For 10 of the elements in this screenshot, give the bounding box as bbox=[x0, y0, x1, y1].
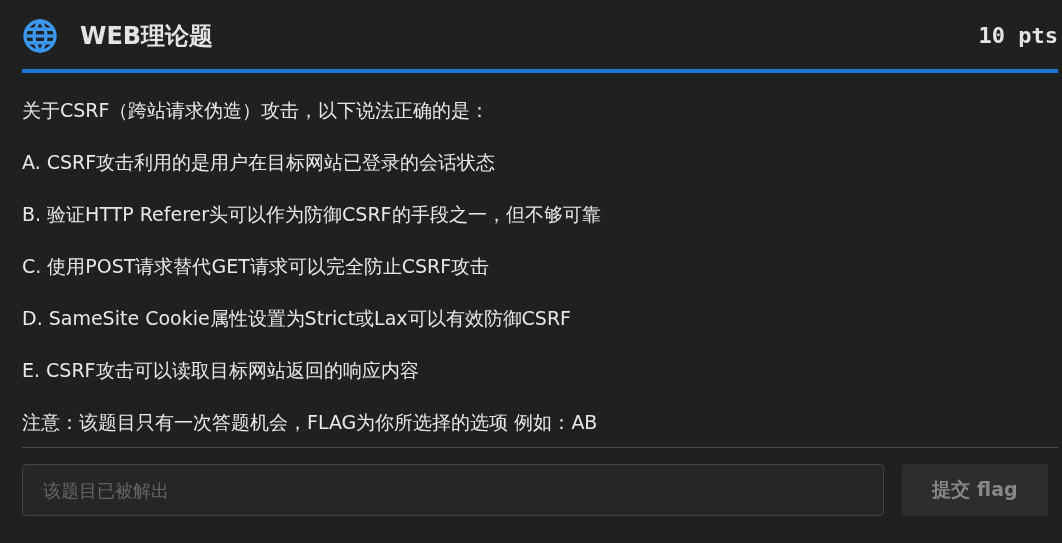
option-text: B. 验证HTTP Referer头可以作为防御CSRF的手段之一，但不够可靠 bbox=[22, 202, 602, 227]
option-text: C. 使用POST请求替代GET请求可以完全防止CSRF攻击 bbox=[22, 254, 491, 279]
option-text: E. CSRF攻击可以读取目标网站返回的响应内容 bbox=[22, 358, 420, 383]
challenge-title: WEB理论题 bbox=[80, 20, 215, 52]
option-text: A. CSRF攻击利用的是用户在目标网站已登录的会话状态 bbox=[22, 150, 497, 175]
question-text: 关于CSRF（跨站请求伪造）攻击，以下说法正确的是： bbox=[22, 98, 491, 123]
note-text: 注意：该题目只有一次答题机会，FLAG为你所选择的选项 例如：AB bbox=[22, 410, 599, 435]
points-label: 10 pts bbox=[978, 23, 1058, 48]
option-text: D. SameSite Cookie属性设置为Strict或Lax可以有效防御CSRF bbox=[22, 306, 573, 331]
globe-icon bbox=[22, 17, 58, 54]
